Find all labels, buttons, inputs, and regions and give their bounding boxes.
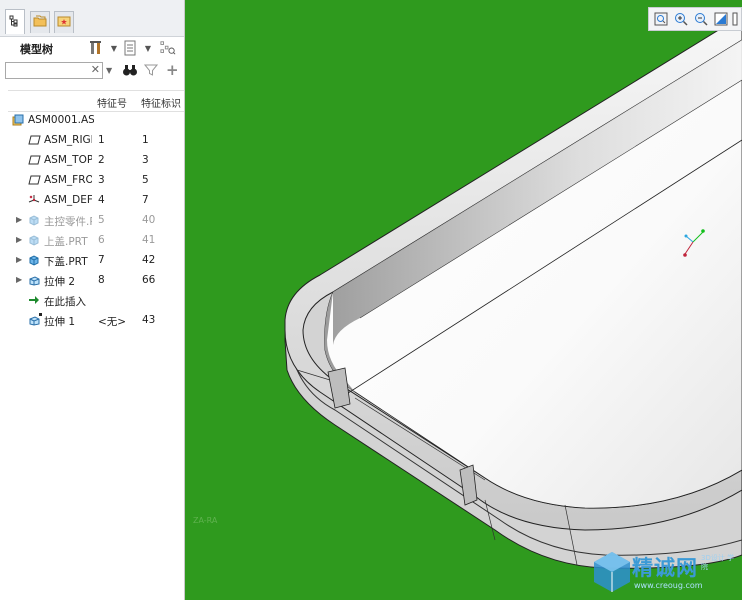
watermark-brand: 精诚网	[632, 556, 698, 580]
viewport-label: ZA-RA	[193, 516, 218, 525]
tree-row-feature-tag: 7	[142, 194, 149, 206]
close-icon[interactable]: ✕	[91, 63, 100, 76]
more-icon[interactable]	[731, 9, 739, 29]
tree-row[interactable]: 拉伸 1 <无> 43	[8, 310, 184, 330]
part-icon	[28, 254, 40, 266]
tree-row-name: ASM_DEF_CSYS	[44, 194, 92, 206]
datum-plane-icon	[28, 174, 41, 186]
tree-row-feature-id: 7	[98, 254, 105, 266]
tree-row-name: 上盖.PRT	[44, 236, 88, 248]
tree-row-feature-id: <无>	[98, 316, 127, 328]
show-columns-icon[interactable]	[122, 40, 138, 56]
tree-search-input[interactable]	[6, 63, 92, 78]
favorites-icon	[57, 15, 71, 30]
tree-row-feature-tag: 41	[142, 234, 156, 246]
extrude-icon	[28, 274, 40, 286]
watermark-url: www.creoug.com	[634, 581, 703, 590]
view-toolbar	[648, 7, 742, 31]
tree-row-name: ASM_FRONT	[44, 174, 92, 186]
panel-tabbar	[0, 0, 184, 37]
tree-toolbar: 模型树 ▼ ▼	[0, 38, 184, 60]
column-feature-id[interactable]: 特征号	[97, 95, 127, 110]
tab-folder-browser[interactable]	[30, 11, 50, 33]
tree-row[interactable]: ▶ 主控零件.PRT 5 40	[8, 210, 184, 230]
expand-arrow-icon[interactable]: ▶	[16, 255, 22, 264]
tree-row-feature-id: 5	[98, 214, 105, 226]
tree-row[interactable]: ASM0001.ASM	[8, 110, 184, 130]
add-icon[interactable]: +	[166, 61, 179, 79]
assembly-icon	[12, 114, 24, 126]
tree-row-name: ASM0001.ASM	[28, 114, 94, 126]
tree-row-feature-id: 1	[98, 134, 105, 146]
chevron-down-icon[interactable]: ▼	[140, 40, 156, 56]
tree-row-feature-tag: 40	[142, 214, 156, 226]
tree-row-name: ASM_TOP	[44, 154, 92, 166]
column-feature-tag[interactable]: 特征标识	[141, 95, 181, 110]
tree-row-name: 主控零件.PRT	[44, 216, 92, 228]
filter-icon[interactable]	[143, 63, 159, 80]
expand-arrow-icon[interactable]: ▶	[16, 235, 22, 244]
model-tree-panel: 模型树 ▼ ▼ ✕ ▼ + 特征号 特征标识 ASM0001.ASM ASM_RI…	[0, 0, 185, 600]
tree-settings-icon[interactable]	[88, 40, 104, 56]
part-icon	[28, 214, 40, 226]
model-render	[284, 22, 742, 569]
tree-row-feature-id: 2	[98, 154, 105, 166]
tree-filter-settings-icon[interactable]	[160, 40, 176, 56]
tree-row-name: 拉伸 2	[44, 276, 76, 288]
tree-row-feature-tag: 42	[142, 254, 156, 266]
zoom-out-icon[interactable]	[691, 9, 711, 29]
insert-arrow-icon	[28, 294, 40, 306]
datum-plane-icon	[28, 154, 41, 166]
tree-row[interactable]: ASM_FRONT 3 5	[8, 170, 184, 190]
tree-row[interactable]: ASM_TOP 2 3	[8, 150, 184, 170]
tree-row[interactable]: 在此插入	[8, 290, 184, 310]
tree-row[interactable]: ▶ 拉伸 2 8 66	[8, 270, 184, 290]
csys-icon	[28, 194, 40, 206]
tree-row-feature-tag: 3	[142, 154, 149, 166]
tab-favorites[interactable]	[54, 11, 74, 33]
chevron-down-icon[interactable]: ▼	[106, 66, 112, 75]
tree-row-feature-tag: 5	[142, 174, 149, 186]
chevron-down-icon[interactable]: ▼	[106, 40, 122, 56]
tree-column-header: 特征号 特征标识	[8, 90, 184, 112]
tree-row-feature-tag: 66	[142, 274, 156, 286]
tree-row-feature-id: 6	[98, 234, 105, 246]
tree-title: 模型树	[20, 43, 53, 56]
folder-icon	[33, 15, 47, 30]
refit-icon[interactable]	[651, 9, 671, 29]
find-icon[interactable]	[122, 63, 138, 80]
tree-row-name: 在此插入	[44, 296, 86, 308]
expand-arrow-icon[interactable]: ▶	[16, 275, 22, 284]
tree-row-name: 拉伸 1	[44, 316, 76, 328]
model-tree-icon	[9, 15, 21, 30]
tree-row-feature-tag: 43	[142, 314, 156, 326]
tree-row[interactable]: ▶ 下盖.PRT 7 42	[8, 250, 184, 270]
tree-row-name: ASM_RIGHT	[44, 134, 92, 146]
tree-row-feature-id: 3	[98, 174, 105, 186]
tree-row-feature-id: 8	[98, 274, 105, 286]
expand-arrow-icon[interactable]: ▶	[16, 215, 22, 224]
watermark: 精诚网 3D设计 学院 www.creoug.com	[592, 548, 742, 600]
tab-model-tree[interactable]	[5, 9, 25, 34]
graphics-viewport[interactable]: ZA-RA 精诚网 3D设计 学院 www.creoug.com	[185, 0, 742, 600]
datum-plane-icon	[28, 134, 41, 146]
repaint-icon[interactable]	[711, 9, 731, 29]
zoom-in-icon[interactable]	[671, 9, 691, 29]
tree-row[interactable]: ASM_RIGHT 1 1	[8, 130, 184, 150]
marker-icon	[39, 313, 42, 316]
watermark-logo-icon	[594, 552, 630, 592]
tree-row-feature-id: 4	[98, 194, 105, 206]
watermark-sub: 3D设计 学院	[701, 554, 735, 571]
part-icon	[28, 234, 40, 246]
tree-row-name: 下盖.PRT	[44, 256, 88, 268]
tree-row-feature-tag: 1	[142, 134, 149, 146]
tree-row[interactable]: ASM_DEF_CSYS 4 7	[8, 190, 184, 210]
tree-search-field[interactable]: ✕	[5, 62, 103, 79]
tree-row[interactable]: ▶ 上盖.PRT 6 41	[8, 230, 184, 250]
